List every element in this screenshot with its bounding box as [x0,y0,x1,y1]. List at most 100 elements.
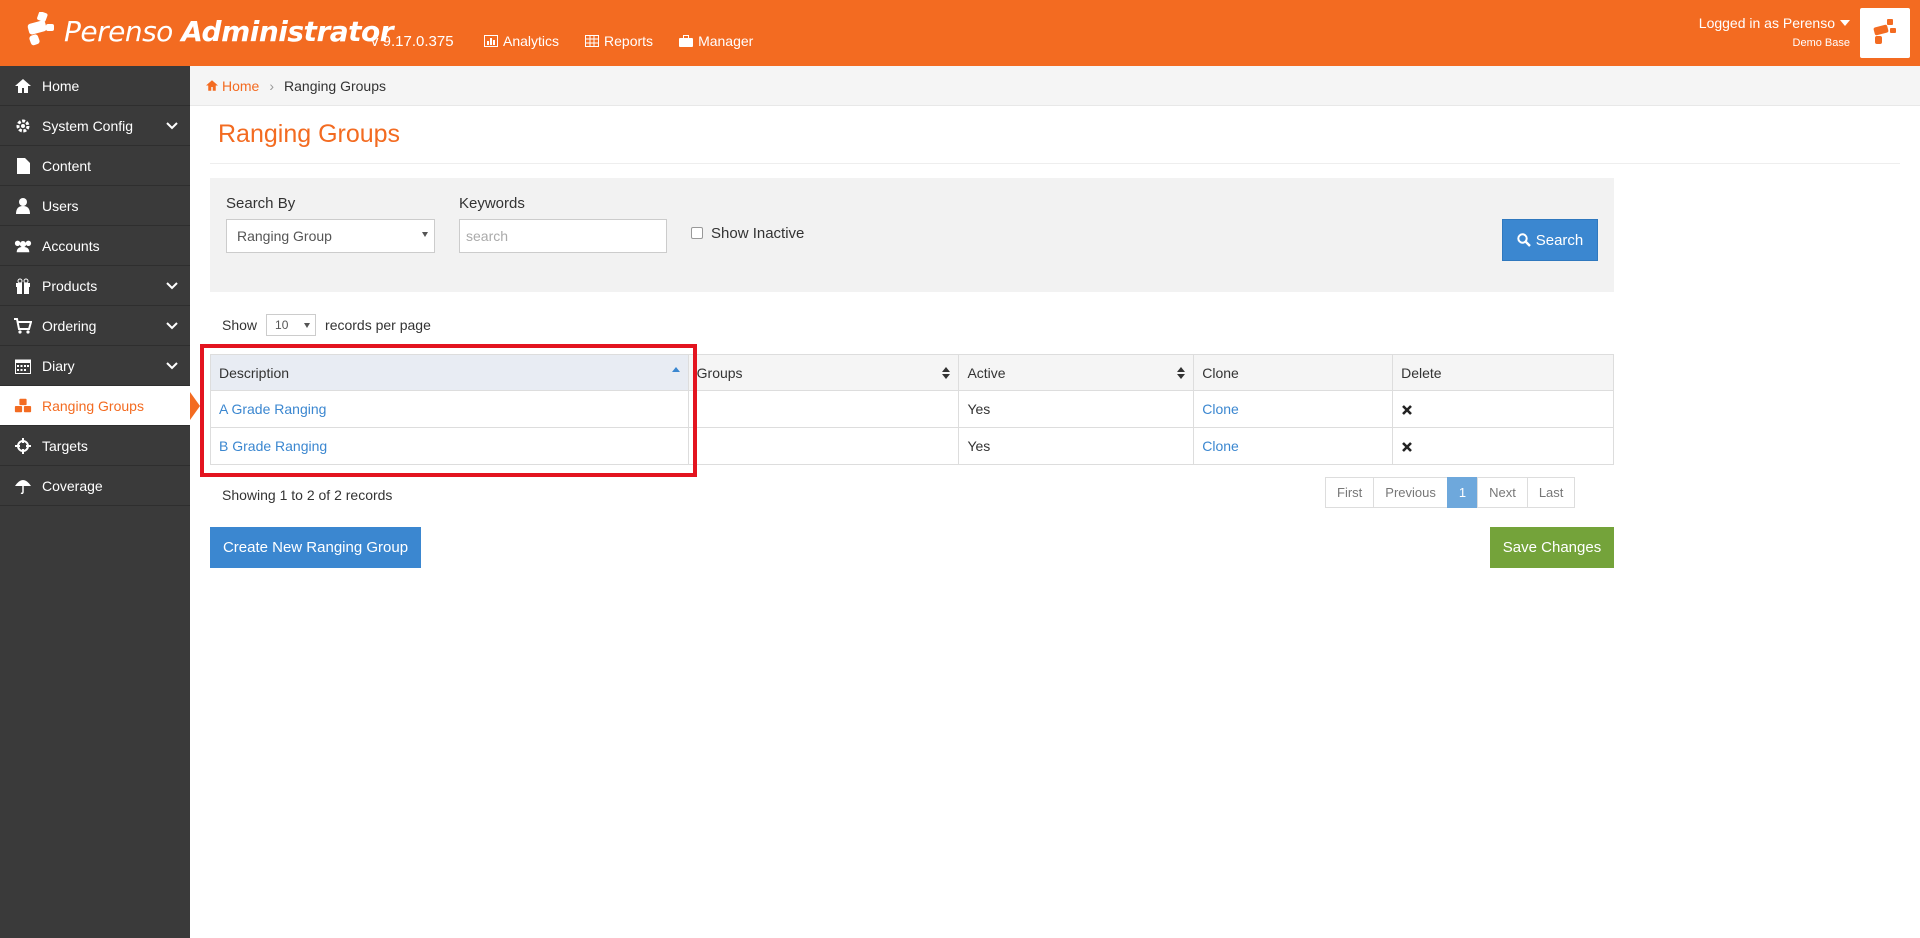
sidebar-item-label: Diary [42,357,75,374]
column-header-active[interactable]: Active [958,354,1195,391]
sidebar-item-ranging-groups[interactable]: Ranging Groups [0,386,200,426]
sidebar-item-label: Ordering [42,317,97,334]
sidebar-item-system-config[interactable]: System Config [0,106,190,146]
nav-reports[interactable]: Reports [585,33,653,49]
nav-manager[interactable]: Manager [679,33,753,49]
clone-link[interactable]: Clone [1202,401,1239,417]
breadcrumb-separator: › [269,77,275,94]
caret-down-icon [1840,20,1850,26]
sidebar-item-home[interactable]: Home [0,66,190,106]
active-cell: Yes [958,427,1195,465]
sidebar-item-content[interactable]: Content [0,146,190,186]
home-icon [14,78,32,94]
delete-cell [1392,427,1614,465]
sidebar-item-diary[interactable]: Diary [0,346,190,386]
base-name: Demo Base [1792,37,1850,49]
per-page-suffix: records per page [325,317,431,333]
ranging-groups-table: Description Groups Active Clone Delete A… [210,354,1614,465]
page-first[interactable]: First [1325,477,1375,508]
sidebar-item-label: Products [42,277,98,294]
chevron-down-icon [166,362,178,370]
page-previous[interactable]: Previous [1373,477,1448,508]
search-by-select[interactable]: Ranging Group [226,219,435,253]
sidebar-item-accounts[interactable]: Accounts [0,226,190,266]
description-link[interactable]: A Grade Ranging [219,401,326,417]
column-label: Clone [1202,364,1239,381]
calendar-icon [14,358,32,374]
sort-icon [1177,367,1186,379]
sidebar: Home System Config Content Users Account… [0,66,200,938]
sidebar-item-ordering[interactable]: Ordering [0,306,190,346]
sidebar-item-label: Coverage [42,477,103,494]
per-page-value: 10 [275,318,289,332]
breadcrumb-home[interactable]: Home [206,78,259,94]
description-link[interactable]: B Grade Ranging [219,438,327,454]
chevron-down-icon [166,282,178,290]
brand[interactable]: Perenso Administrator [26,12,394,50]
column-header-description[interactable]: Description [210,354,689,391]
show-inactive-label: Show Inactive [711,225,805,242]
records-summary: Showing 1 to 2 of 2 records [222,487,393,503]
sidebar-item-coverage[interactable]: Coverage [0,466,190,506]
cubes-icon [14,398,32,414]
perenso-avatar-icon [1873,19,1896,44]
chevron-down-icon [166,322,178,330]
home-icon [206,80,218,91]
sidebar-item-label: Ranging Groups [42,397,144,414]
save-changes-button[interactable]: Save Changes [1490,527,1614,568]
clone-cell: Clone [1193,427,1394,465]
sidebar-item-targets[interactable]: Targets [0,426,190,466]
sort-asc-icon [671,367,680,372]
per-page-select[interactable]: 10 [266,314,317,336]
description-cell: B Grade Ranging [210,427,689,465]
create-ranging-group-button[interactable]: Create New Ranging Group [210,527,421,568]
sidebar-item-products[interactable]: Products [0,266,190,306]
sidebar-item-label: System Config [42,117,134,134]
search-button-label: Search [1535,231,1584,249]
keywords-input[interactable] [459,219,667,253]
groups-cell [687,427,960,465]
column-label: Description [219,364,290,381]
page-next[interactable]: Next [1477,477,1528,508]
column-label: Groups [696,364,743,381]
avatar[interactable] [1860,8,1910,58]
description-cell: A Grade Ranging [210,390,689,428]
clone-link[interactable]: Clone [1202,438,1239,454]
table-row: B Grade Ranging Yes Clone [210,427,1614,465]
table-icon [585,35,600,47]
sidebar-item-label: Accounts [42,237,100,254]
delete-x-icon[interactable] [1401,441,1413,453]
column-header-groups[interactable]: Groups [687,354,960,391]
chart-icon [484,35,498,47]
page-current[interactable]: 1 [1446,477,1479,508]
page-title: Ranging Groups [218,120,401,148]
title-divider [210,163,1900,164]
nav-analytics[interactable]: Analytics [484,33,559,49]
show-inactive-checkbox[interactable] [691,227,703,239]
briefcase-icon [679,35,694,47]
active-cell: Yes [958,390,1195,428]
delete-cell [1392,390,1614,428]
sidebar-item-users[interactable]: Users [0,186,190,226]
sidebar-item-label: Users [42,197,79,214]
search-button[interactable]: Search [1502,219,1598,261]
top-nav: Analytics Reports Manager [484,33,753,49]
search-icon [1517,233,1531,247]
user-menu[interactable]: Logged in as Perenso Demo Base [1699,15,1850,49]
perenso-logo-icon [27,12,54,46]
table-row: A Grade Ranging Yes Clone [210,390,1614,428]
pagination: First Previous 1 Next Last [1325,477,1576,508]
logged-in-text: Logged in as Perenso [1698,15,1835,31]
nav-reports-label: Reports [604,33,654,49]
page-last[interactable]: Last [1526,477,1576,508]
sidebar-item-label: Home [42,77,80,94]
keywords-label: Keywords [459,195,525,212]
users-icon [14,238,32,254]
umbrella-icon [14,478,32,494]
delete-x-icon[interactable] [1401,404,1413,416]
user-icon [14,197,32,214]
caret-down-icon [304,323,311,328]
search-by-label: Search By [226,195,296,212]
column-label: Active [967,364,1006,381]
nav-analytics-label: Analytics [503,33,560,49]
